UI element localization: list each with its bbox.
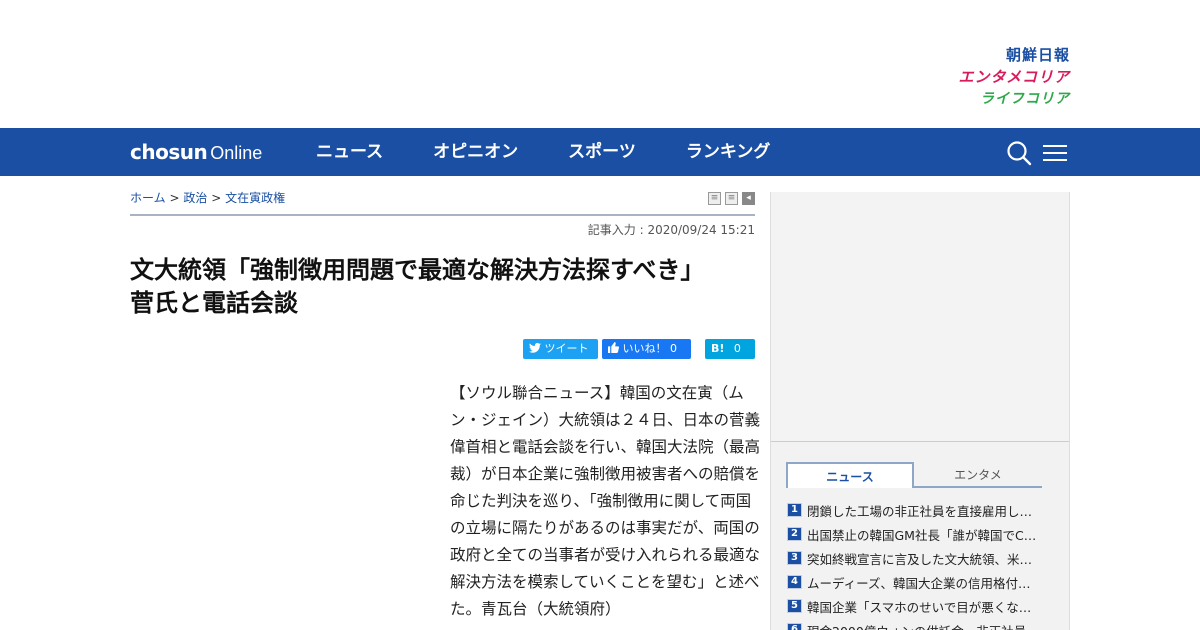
rank-number: 3	[787, 551, 802, 565]
hatena-mark: B!	[711, 342, 725, 355]
ranking-list: 1 閉鎖した工場の非正社員を直接雇用し… 2 出国禁止の韓国GM社長「誰が韓国でC……	[787, 498, 1049, 630]
logo-thin-text: Online	[210, 143, 263, 163]
search-icon[interactable]	[1006, 140, 1032, 166]
list-item[interactable]: 3 突如終戦宣言に言及した文大統領、米…	[787, 546, 1049, 570]
logo-bold-text: chosun	[130, 140, 208, 164]
thumbs-up-icon	[608, 342, 620, 353]
article-date: 記事入力 : 2020/09/24 15:21	[587, 223, 755, 237]
menu-item-ranking[interactable]: ランキング	[686, 140, 771, 164]
menu-item-news[interactable]: ニュース	[316, 140, 383, 164]
sidebar: ニュース エンタメ 1 閉鎖した工場の非正社員を直接雇用し… 2 出国禁止の韓国GM…	[770, 192, 1070, 630]
life-korea-logo[interactable]: ライフコリア	[958, 88, 1070, 110]
ad-slot	[771, 192, 1069, 442]
entame-korea-logo[interactable]: エンタメコリア	[958, 66, 1070, 88]
rank-number: 1	[787, 503, 802, 517]
rank-title[interactable]: ムーディーズ、韓国大企業の信用格付…	[807, 573, 1047, 592]
breadcrumb-politics[interactable]: 政治	[183, 191, 207, 205]
article-headline: 文大統領「強制徴用問題で最適な解決方法探すべき」 菅氏と電話会談	[130, 256, 717, 317]
main-menu: ニュース オピニオン スポーツ ランキング	[316, 140, 820, 164]
breadcrumb-separator: >	[211, 191, 222, 205]
list-item[interactable]: 1 閉鎖した工場の非正社員を直接雇用し…	[787, 498, 1049, 522]
tab-news[interactable]: ニュース	[786, 462, 914, 488]
article-area: ホーム > 政治 > 文在寅政権 ≡ ≡ ◂ 記事入力 : 2020/09/24…	[130, 190, 760, 618]
rank-title[interactable]: 韓国企業「スマホのせいで目が悪くな…	[807, 597, 1047, 616]
rank-title[interactable]: 現金2000億ウォンの供託金、非正社員…	[807, 621, 1047, 630]
chosun-online-logo[interactable]: chosun Online	[130, 140, 262, 164]
brand-links: 朝鮮日報 エンタメコリア ライフコリア	[958, 44, 1070, 110]
rank-number: 5	[787, 599, 802, 613]
hatena-bookmark-button[interactable]: B! 0	[705, 339, 755, 359]
back-arrow-icon[interactable]: ◂	[742, 192, 755, 205]
breadcrumb-separator: >	[169, 191, 180, 205]
rank-number: 2	[787, 527, 802, 541]
print-icon[interactable]: ≡	[708, 192, 721, 205]
rank-title[interactable]: 閉鎖した工場の非正社員を直接雇用し…	[807, 501, 1047, 520]
rank-number: 6	[787, 623, 802, 630]
share-buttons: ツイート いいね！ 0 B! 0	[519, 339, 755, 359]
hatena-count: 0	[733, 342, 741, 355]
breadcrumb: ホーム > 政治 > 文在寅政権	[130, 191, 285, 205]
tab-entame[interactable]: エンタメ	[914, 462, 1042, 488]
breadcrumb-row: ホーム > 政治 > 文在寅政権 ≡ ≡ ◂	[130, 190, 755, 216]
menu-item-sports[interactable]: スポーツ	[568, 140, 636, 164]
breadcrumb-section[interactable]: 文在寅政権	[225, 191, 285, 205]
text-size-icon[interactable]: ≡	[725, 192, 738, 205]
twitter-bird-icon	[529, 342, 541, 353]
rank-title[interactable]: 突如終戦宣言に言及した文大統領、米…	[807, 549, 1047, 568]
menu-item-opinion[interactable]: オピニオン	[433, 140, 518, 164]
article-tools: ≡ ≡ ◂	[704, 192, 755, 205]
site-header: 朝鮮日報 エンタメコリア ライフコリア	[0, 0, 1200, 128]
tweet-button[interactable]: ツイート	[523, 339, 598, 359]
list-item[interactable]: 6 現金2000億ウォンの供託金、非正社員…	[787, 618, 1049, 630]
like-button[interactable]: いいね！ 0	[602, 339, 691, 359]
tweet-label: ツイート	[544, 342, 589, 355]
menu-icon[interactable]	[1043, 140, 1067, 164]
rank-title[interactable]: 出国禁止の韓国GM社長「誰が韓国でC…	[807, 525, 1047, 544]
breadcrumb-home[interactable]: ホーム	[130, 191, 166, 205]
list-item[interactable]: 4 ムーディーズ、韓国大企業の信用格付…	[787, 570, 1049, 594]
ranking-tabs: ニュース エンタメ	[786, 462, 1042, 488]
chosun-ilbo-logo[interactable]: 朝鮮日報	[958, 44, 1070, 66]
list-item[interactable]: 2 出国禁止の韓国GM社長「誰が韓国でC…	[787, 522, 1049, 546]
rank-number: 4	[787, 575, 802, 589]
like-label: いいね！ 0	[622, 342, 678, 355]
article-body: 【ソウル聯合ニュース】韓国の文在寅（ムン・ジェイン）大統領は２４日、日本の菅義偉…	[450, 384, 761, 618]
list-item[interactable]: 5 韓国企業「スマホのせいで目が悪くな…	[787, 594, 1049, 618]
